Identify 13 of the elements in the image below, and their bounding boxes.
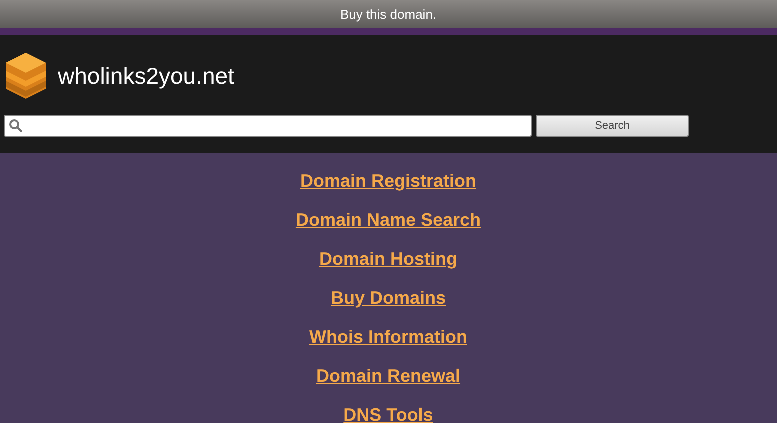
site-name: wholinks2you.net [58, 62, 234, 90]
layers-logo-icon [4, 51, 48, 101]
search-icon [9, 119, 23, 133]
domain-link[interactable]: Buy Domains [330, 287, 446, 309]
search-field[interactable] [4, 115, 532, 137]
domain-link[interactable]: DNS Tools [344, 404, 434, 423]
domain-link[interactable]: Domain Renewal [316, 365, 461, 387]
domain-link[interactable]: Domain Hosting [320, 248, 458, 270]
buy-domain-text: Buy this domain. [340, 6, 437, 22]
domain-link[interactable]: Domain Name Search [296, 209, 482, 231]
search-button[interactable]: Search [536, 115, 689, 137]
domain-link[interactable]: Whois Information [310, 326, 468, 348]
domain-link[interactable]: Domain Registration [300, 170, 477, 192]
